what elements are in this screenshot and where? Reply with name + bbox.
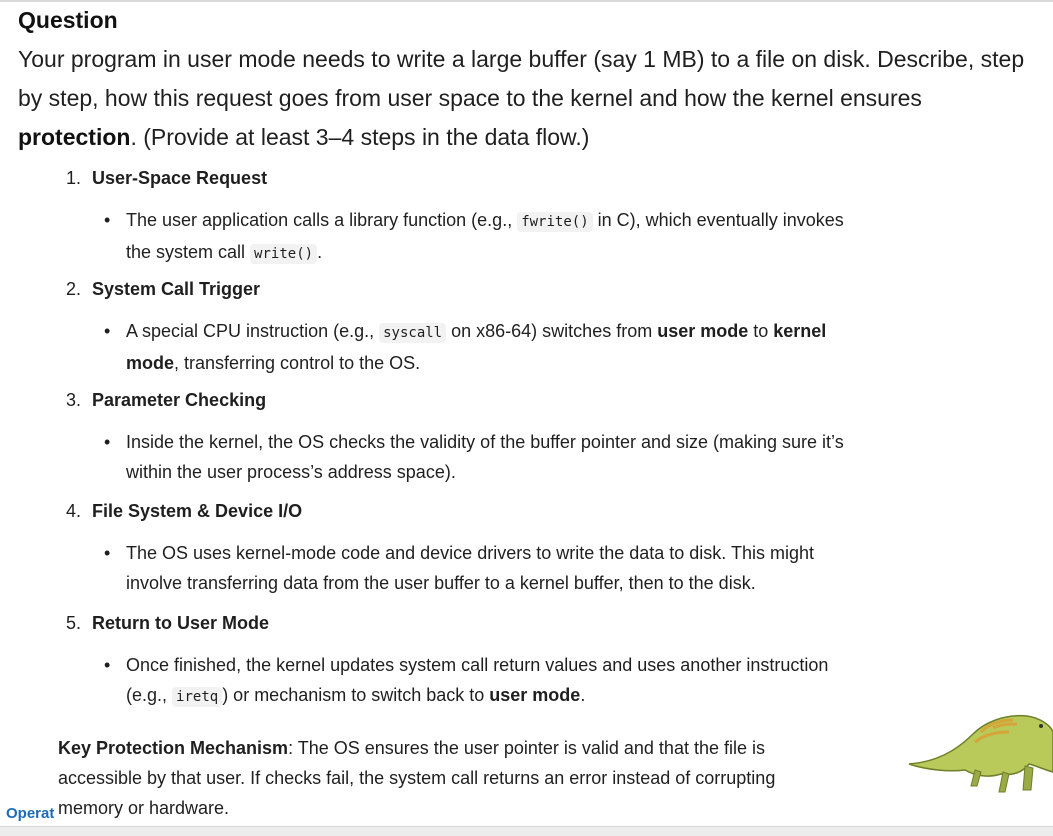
step-number: 2. (66, 279, 82, 299)
step-title: 5. Return to User Mode (66, 611, 269, 635)
bullet-text: on x86-64) switches from (446, 321, 658, 341)
step-number: 1. (66, 168, 82, 188)
bullet-text: ) or mechanism to switch back to (222, 685, 490, 705)
bullet-text: . (317, 242, 323, 262)
step-bullet: • A special CPU instruction (e.g., syscal… (104, 316, 854, 378)
bullet-dot: • (104, 655, 111, 675)
step-number: 4. (66, 501, 82, 521)
step-title: 3. Parameter Checking (66, 388, 266, 412)
step-title-text: Parameter Checking (92, 390, 267, 410)
top-divider (0, 0, 1053, 2)
step-title-text: File System & Device I/O (92, 501, 303, 521)
step-title-text: Return to User Mode (92, 613, 270, 633)
bullet-text: Inside the kernel, the OS checks the val… (126, 432, 844, 482)
question-text: Your program in user mode needs to write… (18, 40, 1038, 157)
step-bullet: • Once finished, the kernel updates syste… (104, 650, 854, 712)
question-bold-word: protection (18, 124, 131, 150)
bullet-dot: • (104, 432, 111, 452)
step-number: 3. (66, 390, 82, 410)
bullet-dot: • (104, 321, 111, 341)
inline-code: fwrite() (517, 212, 593, 232)
question-heading: Question (18, 7, 118, 33)
bullet-text: A special CPU instruction (e.g., (126, 321, 380, 341)
step-title-text: User-Space Request (92, 168, 268, 188)
inline-code: write() (250, 244, 318, 264)
bullet-dot: • (104, 543, 111, 563)
step-bullet: • Inside the kernel, the OS checks the va… (104, 427, 854, 487)
bullet-bold: user mode (489, 685, 581, 705)
bullet-text: to (748, 321, 774, 341)
step-bullet: • The OS uses kernel-mode code and device… (104, 538, 854, 598)
slide-footer-title: Operating System Concepts (6, 805, 54, 822)
inline-code: iretq (172, 687, 223, 707)
bullet-text: . (580, 685, 586, 705)
bullet-text: , transferring control to the OS. (174, 353, 421, 373)
bullet-text: The user application calls a library fun… (126, 210, 518, 230)
step-bullet: • The user application calls a library fu… (104, 205, 854, 269)
dinosaur-icon (908, 714, 1053, 793)
question-text-part: . (Provide at least 3–4 steps in the dat… (130, 124, 590, 150)
step-number: 5. (66, 613, 82, 633)
step-title: 1. User-Space Request (66, 166, 267, 190)
inline-code: syscall (379, 323, 447, 343)
bullet-bold: user mode (657, 321, 749, 341)
question-text-part: Your program in user mode needs to write… (18, 46, 1025, 111)
bullet-dot: • (104, 210, 111, 230)
key-protection-paragraph: Key Protection Mechanism: The OS ensures… (58, 733, 818, 823)
bullet-text: The OS uses kernel-mode code and device … (126, 543, 814, 593)
step-title: 4. File System & Device I/O (66, 499, 302, 523)
key-protection-label: Key Protection Mechanism (58, 738, 289, 758)
step-title-text: System Call Trigger (92, 279, 261, 299)
step-title: 2. System Call Trigger (66, 277, 260, 301)
